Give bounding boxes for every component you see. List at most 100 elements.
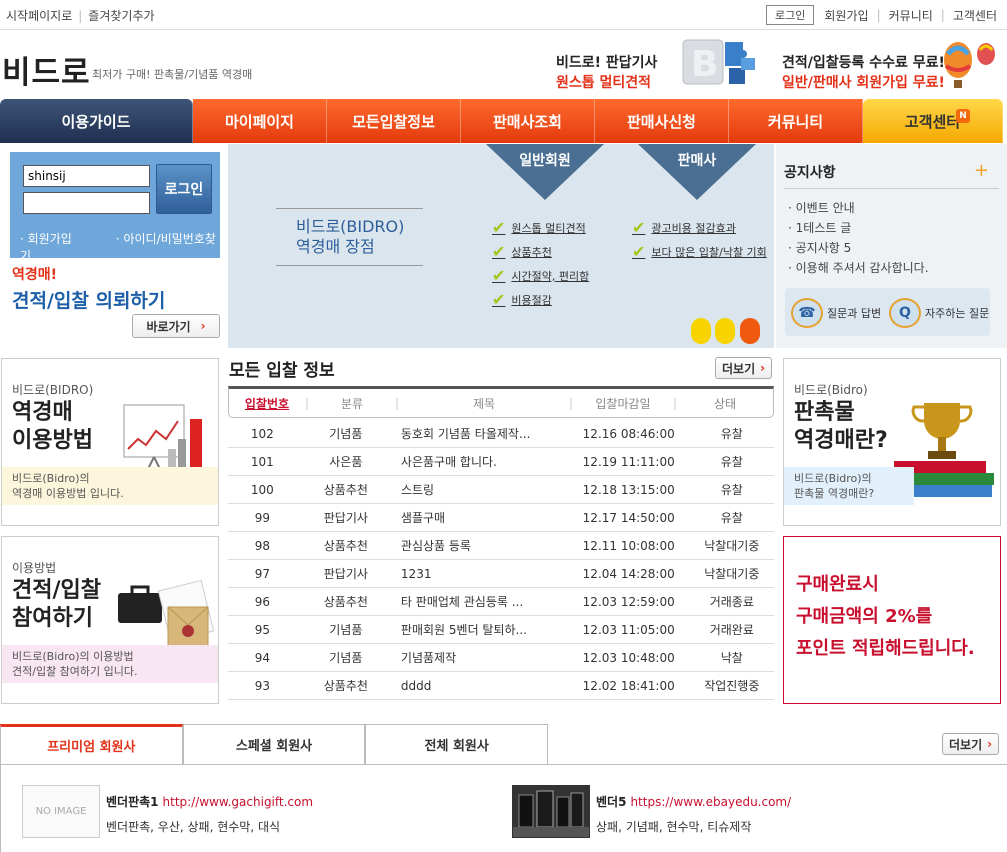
cell-bid-no: 98 bbox=[254, 538, 270, 553]
qa-link[interactable]: ☎ 질문과 답변 bbox=[791, 298, 881, 328]
go-request-button[interactable]: 바로가기 › bbox=[132, 314, 220, 338]
vendor-card[interactable]: NO IMAGE 벤더판촉1 http://www.gachigift.com 벤… bbox=[22, 785, 313, 838]
request-small: 역경매! bbox=[12, 267, 58, 283]
top-cs-link[interactable]: 고객센터 bbox=[953, 7, 997, 24]
top-community-link[interactable]: 커뮤니티 bbox=[889, 7, 933, 24]
table-row[interactable]: 99 판답기사 샘플구매 12.17 14:50:00 유찰 bbox=[228, 504, 774, 532]
cell-title[interactable]: 관심상품 등록 bbox=[395, 537, 568, 554]
vendor-name: 벤더5 bbox=[596, 795, 627, 809]
tab-premium[interactable]: 프리미엄 회원사 bbox=[0, 724, 183, 764]
faq-label: 자주하는 질문 bbox=[925, 307, 990, 320]
members-tabs: 프리미엄 회원사 스페셜 회원사 전체 회원사 bbox=[0, 724, 549, 764]
cell-title[interactable]: 샘플구매 bbox=[395, 509, 568, 526]
banner-dot-1[interactable] bbox=[691, 318, 711, 344]
adv-item[interactable]: ✔ 원스톱 멀티견적 bbox=[492, 218, 586, 237]
adv-item[interactable]: ✔ 보다 많은 입찰/낙찰 기회 bbox=[632, 242, 767, 261]
adv-label: 상품추천 bbox=[511, 245, 552, 259]
cell-title[interactable]: 기념품제작 bbox=[395, 649, 568, 666]
table-row[interactable]: 101 사은품 사은품구매 합니다. 12.19 11:11:00 유찰 bbox=[228, 448, 774, 476]
col-status[interactable]: 상태 bbox=[677, 395, 773, 412]
vendor-url-link[interactable]: http://www.gachigift.com bbox=[163, 795, 314, 809]
cell-title[interactable]: dddd bbox=[395, 679, 568, 693]
table-row[interactable]: 102 기념품 동호회 기념품 타올제작... 12.16 08:46:00 유찰 bbox=[228, 420, 774, 448]
header-ad-free-join[interactable]: 견적/입찰등록 수수료 무료! 일반/판매사 회원가입 무료! bbox=[782, 52, 945, 92]
table-row[interactable]: 95 기념품 판매회원 5벤더 탈퇴하... 12.03 11:05:00 거래완료 bbox=[228, 616, 774, 644]
vendor-desc: 상패, 기념패, 현수막, 티슈제작 bbox=[596, 820, 752, 834]
adv-item[interactable]: ✔ 광고비용 절감효과 bbox=[632, 218, 736, 237]
notice-item[interactable]: · 이벤트 안내 bbox=[788, 198, 929, 218]
col-bid-no[interactable]: 입찰번호 bbox=[229, 395, 305, 412]
notice-item[interactable]: · 1테스트 글 bbox=[788, 218, 929, 238]
chevron-right-icon: › bbox=[200, 319, 206, 333]
table-row[interactable]: 98 상품추천 관심상품 등록 12.11 10:08:00 낙찰대기중 bbox=[228, 532, 774, 560]
cell-title[interactable]: 판매회원 5벤더 탈퇴하... bbox=[395, 621, 568, 638]
cell-title[interactable]: 타 판매업체 관심등록 ... bbox=[395, 593, 568, 610]
nav-community[interactable]: 커뮤니티 bbox=[729, 99, 863, 143]
cell-status: 유찰 bbox=[720, 511, 743, 525]
top-login-button[interactable]: 로그인 bbox=[766, 5, 815, 25]
nav-seller-apply[interactable]: 판매사신청 bbox=[595, 99, 729, 143]
nav-seller-search[interactable]: 판매사조회 bbox=[461, 99, 595, 143]
nav-all-bids[interactable]: 모든입찰정보 bbox=[327, 99, 461, 143]
cell-title[interactable]: 사은품구매 합니다. bbox=[395, 453, 568, 470]
cell-status: 유찰 bbox=[720, 455, 743, 469]
promo-participate[interactable]: 이용방법 견적/입찰 참여하기 비드로(Bidro)의 이용방법 견적/입찰 참여하… bbox=[1, 536, 219, 704]
password-input[interactable] bbox=[23, 192, 150, 214]
table-row[interactable]: 93 상품추천 dddd 12.02 18:41:00 작업진행중 bbox=[228, 672, 774, 700]
col-category[interactable]: 분류 bbox=[309, 395, 395, 412]
members-more-button[interactable]: 더보기 › bbox=[942, 733, 1000, 755]
promo-how-to-use[interactable]: 비드로(BIDRO) 역경매 이용방법 비드로(Bidro)의 역경매 이용방법 입… bbox=[1, 358, 219, 526]
adv-item[interactable]: ✔ 시간절약, 편리함 bbox=[492, 266, 589, 285]
adv-label: 광고비용 절감효과 bbox=[651, 221, 736, 235]
adv-item[interactable]: ✔ 비용절감 bbox=[492, 290, 552, 309]
cell-category: 사은품 bbox=[329, 455, 363, 469]
nav-mypage[interactable]: 마이페이지 bbox=[193, 99, 327, 143]
join-link-label: 회원가입 bbox=[27, 232, 72, 246]
col-title[interactable]: 제목 bbox=[399, 395, 569, 412]
table-row[interactable]: 96 상품추천 타 판매업체 관심등록 ... 12.03 12:59:00 거래종료 bbox=[228, 588, 774, 616]
banner-dot-2[interactable] bbox=[715, 318, 735, 344]
plus-icon[interactable]: + bbox=[974, 160, 989, 181]
nav-customer-center[interactable]: 고객센터 N bbox=[863, 99, 1003, 143]
site-logo[interactable]: 비드로 bbox=[2, 47, 91, 92]
cell-category: 판답기사 bbox=[323, 511, 368, 525]
check-icon: ✔ bbox=[632, 242, 646, 261]
promo-title: 역경매 이용방법 bbox=[12, 400, 93, 453]
table-row[interactable]: 94 기념품 기념품제작 12.03 10:48:00 낙찰 bbox=[228, 644, 774, 672]
vendor-url-link[interactable]: https://www.ebayedu.com/ bbox=[630, 795, 791, 809]
promo-what-is[interactable]: 비드로(Bidro) 판촉물 역경매란? 비드로(Bidro)의 판촉물 역경매란? bbox=[783, 358, 1001, 526]
faq-link[interactable]: Q 자주하는 질문 bbox=[889, 298, 989, 328]
vendor-card[interactable]: 벤더5 https://www.ebayedu.com/ 상패, 기념패, 현수막… bbox=[512, 785, 791, 838]
adv-label: 원스톱 멀티견적 bbox=[511, 221, 586, 235]
table-row[interactable]: 100 상품추천 스트링 12.18 13:15:00 유찰 bbox=[228, 476, 774, 504]
cell-title[interactable]: 동호회 기념품 타올제작... bbox=[395, 425, 568, 442]
points-notice: 구매완료시 구매금액의 2%를 포인트 적립해드립니다. bbox=[783, 536, 1001, 704]
table-row[interactable]: 97 판답기사 1231 12.04 14:28:00 낙찰대기중 bbox=[228, 560, 774, 588]
nav-guide[interactable]: 이용가이드 bbox=[0, 99, 193, 143]
adv-item[interactable]: ✔ 상품추천 bbox=[492, 242, 552, 261]
col-deadline[interactable]: 입찰마감일 bbox=[573, 395, 673, 412]
request-title: 견적/입찰 의뢰하기 bbox=[12, 290, 166, 312]
cell-title[interactable]: 스트링 bbox=[395, 481, 568, 498]
notice-item[interactable]: · 공지사항 5 bbox=[788, 238, 929, 258]
adv-label: 보다 많은 입찰/낙찰 기회 bbox=[651, 245, 767, 259]
bids-more-button[interactable]: 더보기 › bbox=[715, 357, 773, 379]
user-id-input[interactable] bbox=[23, 165, 150, 187]
join-link[interactable]: · 회원가입 bbox=[20, 232, 94, 246]
cell-bid-no: 96 bbox=[254, 594, 270, 609]
start-page-link[interactable]: 시작페이지로 bbox=[6, 9, 72, 23]
cell-bid-no: 94 bbox=[254, 650, 270, 665]
chevron-right-icon: › bbox=[987, 737, 993, 751]
cell-bid-no: 102 bbox=[250, 426, 274, 441]
header-ad-multi-quote[interactable]: 비드로! 판답기사 원스톱 멀티견적 bbox=[556, 52, 657, 92]
bookmark-link[interactable]: 즐겨찾기추가 bbox=[88, 9, 154, 23]
notice-item[interactable]: · 이용해 주셔서 감사합니다. bbox=[788, 258, 929, 278]
cell-title[interactable]: 1231 bbox=[395, 567, 568, 581]
banner-dot-3[interactable] bbox=[740, 318, 760, 344]
adv-label: 비용절감 bbox=[511, 293, 552, 307]
tab-all[interactable]: 전체 회원사 bbox=[365, 724, 549, 764]
login-button[interactable]: 로그인 bbox=[156, 164, 212, 214]
tab-special[interactable]: 스페셜 회원사 bbox=[182, 724, 366, 764]
notice-item-label: 이용해 주셔서 감사합니다. bbox=[795, 261, 929, 275]
top-join-link[interactable]: 회원가입 bbox=[824, 7, 868, 24]
